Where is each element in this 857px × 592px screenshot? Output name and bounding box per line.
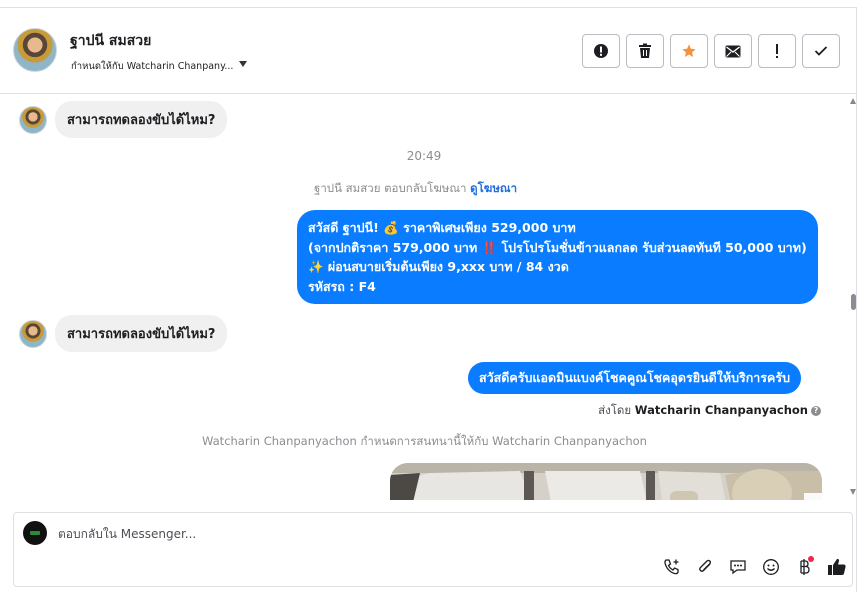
- incoming-message[interactable]: สามารถทดลองขับได้ไหม?: [55, 101, 228, 138]
- message-line: ✨ ผ่อนสบายเริ่มต้นเพียง 9,xxx บาท / 84 ง…: [308, 259, 569, 274]
- message-thread[interactable]: สามารถทดลองขับได้ไหม? 20:49 ฐาปนี สมสวย …: [0, 95, 848, 500]
- help-icon[interactable]: ?: [811, 406, 821, 416]
- inbox-conversation-panel: ฐาปนี สมสวย กำหนดให้กับ Watcharin Chanpa…: [0, 0, 857, 592]
- composer-tools: [661, 556, 848, 578]
- view-ad-link[interactable]: ดูโฆษณา: [470, 181, 517, 195]
- attach-button[interactable]: [694, 556, 716, 578]
- contact-name[interactable]: ฐาปนี สมสวย: [70, 30, 151, 52]
- message-line: สวัสดี ฐาปนี! 💰 ราคาพิเศษเพียง 529,000 บ…: [308, 220, 576, 235]
- thumbs-up-icon: [828, 558, 846, 575]
- car-interior-photo: [390, 463, 822, 500]
- star-button[interactable]: [670, 34, 708, 68]
- sent-by-label: ส่งโดย Watcharin Chanpanyachon?: [598, 402, 821, 420]
- exclamation-icon: [776, 44, 778, 58]
- assign-dropdown-label[interactable]: กำหนดให้กับ Watcharin Chanpany...: [71, 59, 233, 74]
- sent-by-name: Watcharin Chanpanyachon: [634, 403, 808, 417]
- outgoing-image-attachment[interactable]: [390, 463, 822, 500]
- contact-avatar-small: [19, 320, 47, 348]
- page-avatar: [23, 521, 47, 545]
- ad-reply-note: ฐาปนี สมสวย ตอบกลับโฆษณา ดูโฆษณา: [314, 180, 517, 198]
- paperclip-icon: [699, 559, 712, 572]
- scroll-up-arrow-icon[interactable]: [850, 98, 856, 104]
- contact-avatar-small: [19, 106, 47, 134]
- outgoing-message[interactable]: สวัสดีครับแอดมินแบงค์โชคคูณโชคอุดรยินดีใ…: [468, 362, 802, 394]
- like-button[interactable]: [826, 556, 848, 578]
- check-icon: [814, 46, 828, 56]
- mark-unread-button[interactable]: [714, 34, 752, 68]
- assignment-note: Watcharin Chanpanyachon กำหนดการสนทนานี้…: [202, 434, 647, 448]
- sent-by-prefix: ส่งโดย: [598, 403, 632, 417]
- conversation-actions: [582, 34, 840, 68]
- message-line: รหัสรถ : F4: [308, 278, 376, 294]
- incoming-message[interactable]: สามารถทดลองขับได้ไหม?: [55, 315, 228, 352]
- thread-scrollbar[interactable]: [849, 95, 857, 500]
- chevron-down-icon[interactable]: [239, 61, 247, 67]
- conversation-header: ฐาปนี สมสวย กำหนดให้กับ Watcharin Chanpa…: [0, 8, 856, 94]
- envelope-icon: [725, 45, 741, 57]
- emoji-button[interactable]: [760, 556, 782, 578]
- message-line: (จากปกติราคา 579,000 บาท ‼️ โปรโปรโมชั่น…: [308, 239, 807, 255]
- chat-bubble-icon: [730, 560, 746, 575]
- follow-up-button[interactable]: [758, 34, 796, 68]
- payment-button[interactable]: [793, 556, 815, 578]
- call-button[interactable]: [661, 556, 683, 578]
- phone-plus-icon: [664, 559, 679, 575]
- reply-composer: [13, 512, 853, 587]
- trash-icon: [639, 43, 651, 58]
- star-icon: [682, 44, 696, 57]
- done-button[interactable]: [802, 34, 840, 68]
- outgoing-message[interactable]: สวัสดี ฐาปนี! 💰 ราคาพิเศษเพียง 529,000 บ…: [297, 210, 818, 304]
- scroll-down-arrow-icon[interactable]: [850, 489, 856, 495]
- contact-avatar[interactable]: [13, 28, 57, 72]
- spam-button[interactable]: [582, 34, 620, 68]
- scrollbar-thumb[interactable]: [851, 294, 856, 310]
- delete-button[interactable]: [626, 34, 664, 68]
- message-timestamp: 20:49: [406, 149, 442, 163]
- reply-input[interactable]: [58, 527, 758, 541]
- notification-dot: [808, 556, 814, 562]
- alert-circle-icon: [594, 44, 608, 58]
- saved-replies-button[interactable]: [727, 556, 749, 578]
- smiley-icon: [763, 559, 779, 575]
- ad-reply-text: ฐาปนี สมสวย ตอบกลับโฆษณา: [314, 181, 467, 195]
